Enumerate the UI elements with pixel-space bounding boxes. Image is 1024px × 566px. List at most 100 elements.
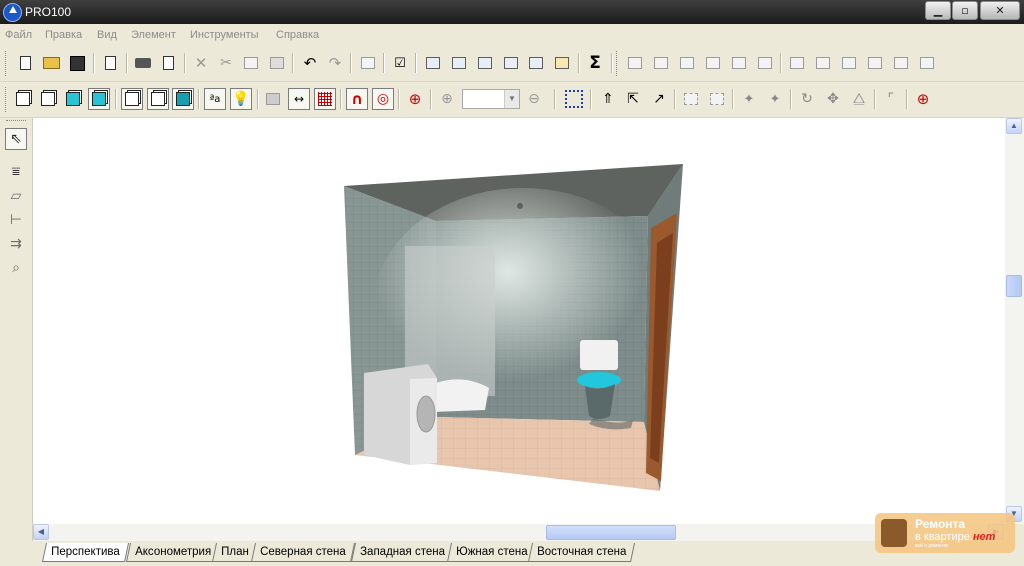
undo-icon[interactable]: ↶ <box>299 52 321 74</box>
zoom-in-icon[interactable]: ⊕ <box>436 88 458 110</box>
save-icon[interactable] <box>66 52 88 74</box>
maximize-button[interactable]: ▫ <box>952 1 978 20</box>
frame-resize-icon[interactable] <box>706 88 728 110</box>
watermark-line1: Ремонта <box>915 517 966 531</box>
distribute-height-icon[interactable] <box>864 52 886 74</box>
mirror-icon[interactable]: ⧋ <box>848 88 870 110</box>
menu-tools[interactable]: Инструменты <box>190 29 259 41</box>
sum-icon[interactable]: Σ <box>584 52 606 74</box>
view-dimension-icon[interactable] <box>500 52 522 74</box>
mirror-group-icon[interactable] <box>916 52 938 74</box>
minimize-button[interactable]: ▁ <box>925 1 951 20</box>
vertical-scroll-thumb[interactable] <box>1006 275 1022 297</box>
print-preview-icon[interactable] <box>157 52 179 74</box>
horizontal-scrollbar[interactable]: ◀ ▶ <box>33 524 1005 541</box>
separator <box>257 89 259 109</box>
corner-icon[interactable]: ⌜ <box>880 88 902 110</box>
paste-icon[interactable] <box>266 52 288 74</box>
move-arrow-icon[interactable]: ⇱ <box>622 88 644 110</box>
print-icon[interactable] <box>132 52 154 74</box>
select-all-icon[interactable] <box>563 88 585 110</box>
menu-view[interactable]: Вид <box>97 29 117 41</box>
open-folder-icon[interactable] <box>40 52 62 74</box>
move-up-icon[interactable]: ⇑ <box>597 88 619 110</box>
align-top-icon[interactable] <box>676 52 698 74</box>
box-view2-icon[interactable] <box>147 88 169 110</box>
delete-icon[interactable]: ✕ <box>190 52 212 74</box>
close-button[interactable]: ✕ <box>980 1 1020 20</box>
cube-wire-icon[interactable] <box>12 88 34 110</box>
align-tool-icon[interactable]: ⊢ <box>5 209 27 231</box>
menu-element[interactable]: Элемент <box>131 29 176 41</box>
watermark-line2: в квартире.нет <box>915 531 996 543</box>
grid-icon[interactable] <box>314 88 336 110</box>
box-view1-icon[interactable] <box>121 88 143 110</box>
cube-outline-icon[interactable] <box>37 88 59 110</box>
chevron-down-icon[interactable]: ▼ <box>504 90 519 108</box>
view-export-icon[interactable] <box>525 52 547 74</box>
view-grid-icon[interactable] <box>474 52 496 74</box>
scroll-left-icon[interactable]: ◀ <box>33 524 49 540</box>
side-tools-panel: ⇖ ⩸ ▱ ⊢ ⇉ ⌕ <box>0 118 33 566</box>
view-stamp-icon[interactable] <box>551 52 573 74</box>
tab-north-wall[interactable]: Северная стена <box>250 543 355 562</box>
wall-tool-icon[interactable]: ⩸ <box>5 161 27 183</box>
snap-icon[interactable]: ◎ <box>372 88 394 110</box>
align-center-icon[interactable] <box>650 52 672 74</box>
new-file-icon[interactable] <box>14 52 36 74</box>
zoom-combo[interactable]: ▼ <box>462 89 520 109</box>
view-window-icon[interactable] <box>422 52 444 74</box>
properties-icon[interactable] <box>357 52 379 74</box>
magnet-icon[interactable]: ∩ <box>346 88 368 110</box>
menu-help[interactable]: Справка <box>276 29 319 41</box>
align-left-icon[interactable] <box>624 52 646 74</box>
text-label-icon[interactable]: ªa <box>204 88 226 110</box>
scroll-up-icon[interactable]: ▲ <box>1006 118 1022 134</box>
zoom-out-icon[interactable]: ⊖ <box>523 88 545 110</box>
distribute-v-icon[interactable] <box>812 52 834 74</box>
checklist-icon[interactable]: ☑ <box>389 52 411 74</box>
stack-icon[interactable] <box>728 52 750 74</box>
target-red-icon[interactable]: ⊕ <box>912 88 934 110</box>
distribute-h-icon[interactable] <box>786 52 808 74</box>
distribute-spacing-icon[interactable] <box>838 52 860 74</box>
move-tool-icon[interactable]: ⇉ <box>5 233 27 255</box>
room-render <box>344 164 683 491</box>
cube-shaded-icon[interactable] <box>62 88 84 110</box>
tab-west-wall[interactable]: Западная стена <box>350 543 454 562</box>
view-zoom-icon[interactable] <box>448 52 470 74</box>
menu-edit[interactable]: Правка <box>45 29 82 41</box>
redo-icon[interactable]: ↷ <box>324 52 346 74</box>
texture-icon[interactable] <box>262 88 284 110</box>
tab-south-wall[interactable]: Южная стена <box>446 543 537 562</box>
cut-icon[interactable]: ✂ <box>215 52 237 74</box>
tab-axonometry[interactable]: Аксонометрия <box>125 543 221 562</box>
light-bulb-icon[interactable]: 💡 <box>230 88 252 110</box>
pointer-rotate-icon[interactable]: ↗ <box>648 88 670 110</box>
align-middle-icon[interactable] <box>702 52 724 74</box>
edit-document-icon[interactable] <box>99 52 121 74</box>
zoom-tool-icon[interactable]: ⌕ <box>5 257 27 279</box>
cube-selected-icon[interactable] <box>88 88 110 110</box>
rotate-group-icon[interactable] <box>890 52 912 74</box>
pin-icon[interactable]: ✦ <box>738 88 760 110</box>
box-solid-icon[interactable] <box>172 88 194 110</box>
view-tabs: Перспектива Аксонометрия План Северная с… <box>0 541 1024 566</box>
rotate-icon[interactable]: ↻ <box>796 88 818 110</box>
watermark-logo: Ремонта в квартире.нет всё о ремонте <box>875 513 1015 553</box>
tab-perspective[interactable]: Перспектива <box>41 543 129 562</box>
select-arrow-icon[interactable]: ⇖ <box>5 128 27 150</box>
frame-icon[interactable] <box>680 88 702 110</box>
dimension-icon[interactable]: ↔ <box>288 88 310 110</box>
box-tool-icon[interactable]: ▱ <box>5 185 27 207</box>
target-icon[interactable]: ⊕ <box>404 88 426 110</box>
menu-file[interactable]: Файл <box>5 29 32 41</box>
move-cross-icon[interactable]: ✥ <box>822 88 844 110</box>
vertical-scrollbar[interactable]: ▲ ▼ <box>1005 118 1024 524</box>
horizontal-scroll-thumb[interactable] <box>546 525 676 540</box>
pin-down-icon[interactable]: ✦ <box>764 88 786 110</box>
copy-icon[interactable] <box>240 52 262 74</box>
tab-east-wall[interactable]: Восточная стена <box>527 543 636 562</box>
3d-viewport[interactable] <box>33 118 1005 524</box>
group-icon[interactable] <box>754 52 776 74</box>
